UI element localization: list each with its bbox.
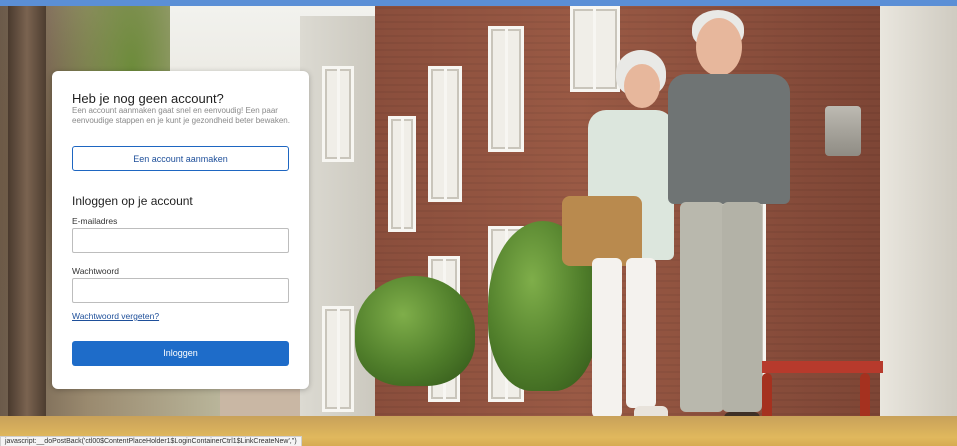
man-figure: [660, 6, 800, 446]
signup-heading: Heb je nog geen account?: [72, 91, 224, 106]
login-button[interactable]: Inloggen: [72, 341, 289, 366]
password-field[interactable]: [72, 278, 289, 303]
wall-lamp: [825, 106, 861, 156]
house-window: [488, 26, 524, 152]
create-account-button[interactable]: Een account aanmaken: [72, 146, 289, 171]
house-window: [428, 66, 462, 202]
login-card: Heb je nog geen account? Een account aan…: [52, 71, 309, 389]
forgot-password-link[interactable]: Wachtwoord vergeten?: [72, 311, 159, 321]
house-window: [322, 66, 354, 162]
hedge: [355, 276, 475, 386]
page: Heb je nog geen account? Een account aan…: [0, 0, 957, 446]
signup-intro-text: Een account aanmaken gaat snel en eenvou…: [72, 106, 290, 125]
browser-status-bar: javascript:__doPostBack('ctl00$ContentPl…: [0, 436, 302, 446]
tree-trunk: [8, 6, 46, 446]
email-label: E-mailadres: [72, 216, 118, 226]
house-window: [388, 116, 416, 232]
login-heading: Inloggen op je account: [72, 194, 193, 208]
email-field[interactable]: [72, 228, 289, 253]
password-label: Wachtwoord: [72, 266, 119, 276]
right-house: [880, 6, 957, 436]
house-window: [322, 306, 354, 412]
